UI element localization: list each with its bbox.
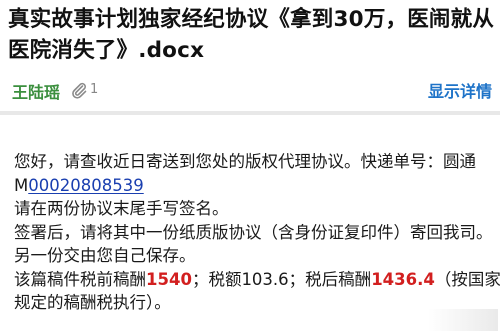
sender-name[interactable]: 王陆瑶 [12,79,60,103]
fee-text-pretax-label: 该篇稿件税前稿酬 [14,269,146,289]
fee-text-note: （按国家 [434,269,500,289]
paperclip-icon [72,82,87,99]
tracking-prefix: M [14,175,29,195]
body-line-keep: 另一份交由您自己保存。 [14,246,196,265]
body-line-fee: 该篇稿件税前稿酬1540；税额103.6；税后稿酬1436.4（按国家 [14,268,500,292]
body-line-sign: 请在两份协议末尾手写签名。 [14,199,229,218]
body-line-tax-rule: 规定的稿酬税执行）。 [14,293,171,312]
fee-aftertax-amount: 1436.4 [371,269,435,289]
body-line-return: 签署后，请将其中一份纸质版协议（含身份证复印件）寄回我司。 [14,222,493,242]
email-body: 您好，请查收近日寄送到您处的版权代理协议。快递单号：圆通 M0002080853… [14,150,500,315]
tracking-number-link[interactable]: 00020808539 [28,176,143,195]
email-subject: 真实故事计划独家经纪协议《拿到30万，医闹就从医院消失了》.docx [8,7,495,63]
show-details-link[interactable]: 显示详情 [428,78,492,102]
body-line-greeting: 您好，请查收近日寄送到您处的版权代理协议。快递单号：圆通 [14,152,476,171]
body-line-tracking: M00020808539 [14,174,494,198]
fee-pretax-amount: 1540 [146,269,192,289]
fee-text-tax: ；税额103.6；税后稿酬 [191,269,372,289]
attachment-count: 1 [90,82,99,97]
sender-bar: 王陆瑶 1 显示详情 [0,72,500,106]
divider [0,111,500,115]
watermark [428,309,498,331]
